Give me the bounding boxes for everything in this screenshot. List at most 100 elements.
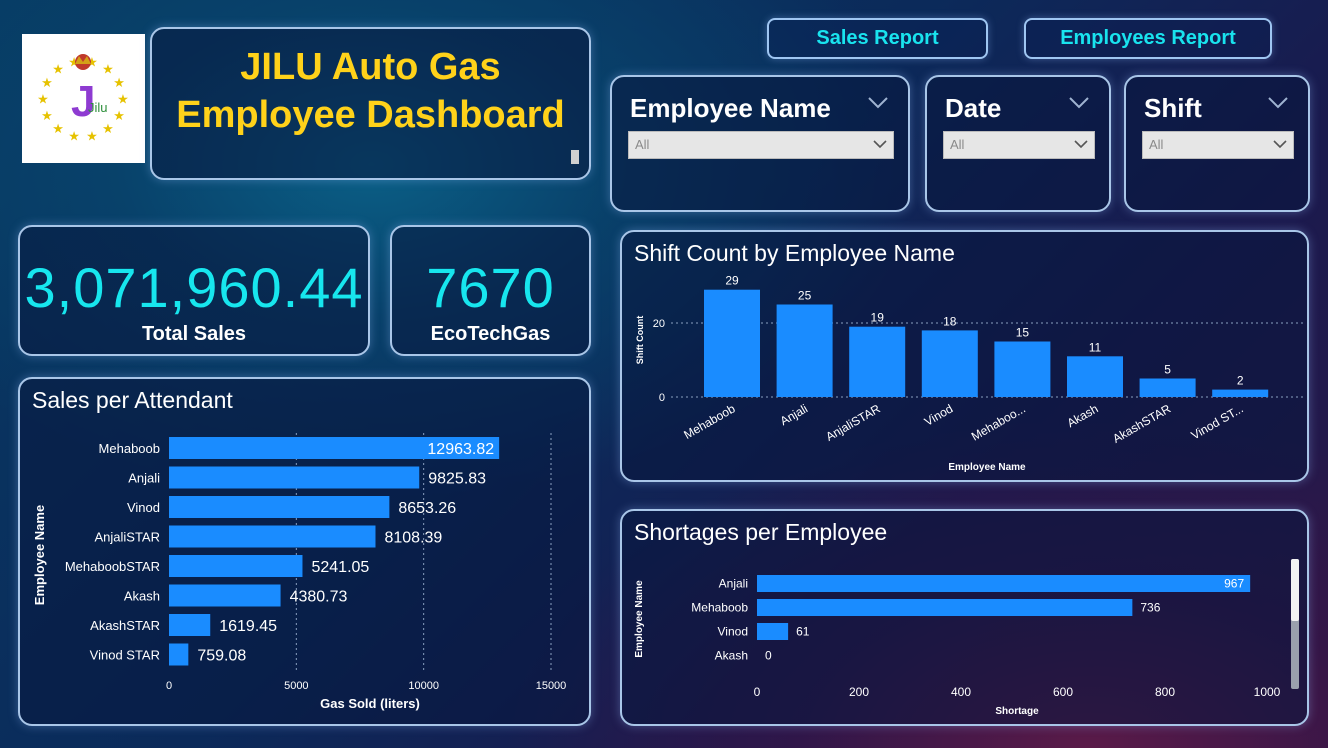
sales-chart-title: Sales per Attendant [32, 387, 233, 413]
logo-emblem-icon: ★★★★★★★★★★ ★ ★ ★★ J Jilu [37, 54, 129, 143]
logo-star: ★ [113, 75, 125, 90]
y-tick-label: 0 [659, 392, 665, 404]
logo-star: ★ [41, 108, 53, 123]
chevron-down-icon[interactable] [868, 97, 888, 109]
data-label: 9825.83 [428, 471, 486, 488]
y-category-label: AkashSTAR [90, 618, 160, 633]
title-scrollbar[interactable] [571, 150, 579, 164]
data-label: 5 [1164, 363, 1171, 377]
data-label: 8653.26 [398, 500, 456, 517]
scrollbar-thumb[interactable] [1291, 559, 1299, 621]
bar [757, 623, 789, 640]
x-tick-label: 0 [166, 680, 172, 692]
data-label: 736 [1140, 601, 1160, 615]
page-title: JILU Auto Gas Employee Dashboard [152, 43, 589, 139]
sales-per-attendant-panel: Sales per Attendant 0 5000 10000 15000 Mehab… [18, 377, 591, 726]
sales-report-button[interactable]: Sales Report [767, 18, 988, 59]
logo-star: ★ [52, 121, 64, 136]
bar [169, 525, 376, 548]
data-label: 15 [1016, 326, 1030, 340]
date-slicer-title: Date [945, 93, 1002, 123]
shortages-chart-title: Shortages per Employee [634, 519, 888, 545]
x-axis-title: Shortage [995, 706, 1039, 717]
shortages-chart: Anjali 967 Mehaboob 736 Vinod 61 Akash 0 0 200 400… [634, 559, 1299, 717]
data-label: 18 [943, 314, 957, 328]
bar [757, 599, 1133, 616]
company-logo: ★ ★ ★ ★ ★ ★ ★ ★ ★ ★ ★ ★ ★ ★ J Jilu [22, 34, 145, 163]
chevron-down-icon[interactable] [1268, 97, 1288, 109]
bar [169, 496, 390, 518]
chevron-down-icon[interactable] [1069, 97, 1089, 109]
x-tick-label: 400 [951, 685, 971, 699]
shift-count-chart: 02029Mehaboob25Anjali19AnjaliSTAR18Vinod… [635, 274, 1304, 473]
x-category-label: AkashSTAR [1110, 401, 1173, 446]
logo-star: ★ [37, 91, 49, 106]
bar [849, 326, 906, 397]
bar [1212, 389, 1269, 397]
data-label: 25 [798, 289, 812, 303]
logo-star: ★ [68, 128, 80, 143]
date-dropdown-value: All [950, 137, 965, 152]
x-category-label: AnjaliSTAR [823, 401, 883, 444]
shift-slicer-title: Shift [1144, 93, 1202, 123]
x-tick-label: 10000 [408, 680, 439, 692]
employees-report-button[interactable]: Employees Report [1024, 18, 1272, 59]
y-axis-title: Employee Name [32, 505, 47, 605]
sales-per-attendant-chart: 0 5000 10000 15000 Mehaboob 12963.82 Anjali 982… [32, 433, 567, 711]
bar [169, 643, 189, 666]
y-category-label: Anjali [128, 471, 160, 486]
y-category-label: Mehaboob [99, 441, 160, 456]
dashboard-title-panel: JILU Auto Gas Employee Dashboard [150, 27, 591, 180]
logo-star: ★ [41, 75, 53, 90]
date-dropdown[interactable]: All [943, 131, 1095, 159]
logo-star: ★ [102, 62, 114, 77]
employee-name-dropdown-value: All [635, 137, 650, 152]
y-category-label: AnjaliSTAR [94, 530, 160, 545]
date-slicer: Date All [925, 75, 1111, 212]
shift-dropdown-value: All [1149, 137, 1164, 152]
total-sales-card: 3,071,960.44 Total Sales [18, 225, 370, 356]
logo-star: ★ [113, 108, 125, 123]
data-label: 29 [725, 274, 739, 288]
data-label: 4380.73 [290, 589, 348, 606]
data-label: 12963.82 [427, 441, 494, 458]
y-axis-title: Employee Name [634, 580, 645, 658]
logo-star: ★ [86, 128, 98, 143]
logo-star: ★ [117, 91, 129, 106]
shortages-panel: Shortages per Employee Anjali 967 Mehaboob… [620, 509, 1309, 726]
bar [169, 555, 303, 577]
bar [757, 575, 1251, 592]
x-tick-label: 15000 [536, 680, 567, 692]
data-label: 967 [1224, 577, 1244, 591]
shift-count-panel: Shift Count by Employee Name 0 20 29 Mehabo… [620, 230, 1309, 482]
x-category-label: Vinod ST... [1189, 401, 1246, 442]
y-category-label: Vinod STAR [90, 648, 160, 663]
y-category-label: Akash [715, 649, 748, 663]
x-category-label: Akash [1065, 401, 1101, 430]
bar [1139, 378, 1196, 397]
bar [704, 289, 760, 397]
logo-wordmark: Jilu [88, 100, 108, 115]
x-tick-label: 800 [1155, 685, 1175, 699]
bar [169, 584, 281, 607]
data-label: 2 [1237, 374, 1244, 388]
x-category-label: Mehaboob [681, 401, 737, 442]
employee-name-dropdown[interactable]: All [628, 131, 894, 159]
total-sales-value: 3,071,960.44 [24, 256, 364, 319]
shift-dropdown[interactable]: All [1142, 131, 1294, 159]
chevron-down-icon [873, 140, 887, 149]
data-label: 1619.45 [219, 618, 277, 635]
x-category-label: Anjali [778, 401, 810, 428]
y-category-label: Vinod [127, 500, 160, 515]
logo-star: ★ [102, 121, 114, 136]
data-label: 759.08 [197, 648, 246, 665]
shift-chart-title: Shift Count by Employee Name [634, 240, 955, 266]
y-category-label: Anjali [719, 577, 748, 591]
x-axis-title: Gas Sold (liters) [320, 696, 420, 711]
bar [1067, 356, 1123, 397]
bar [776, 304, 833, 397]
x-tick-label: 1000 [1254, 685, 1281, 699]
x-category-label: Vinod [922, 401, 955, 428]
employee-name-slicer: Employee Name All [610, 75, 910, 212]
data-label: 5241.05 [311, 559, 369, 576]
